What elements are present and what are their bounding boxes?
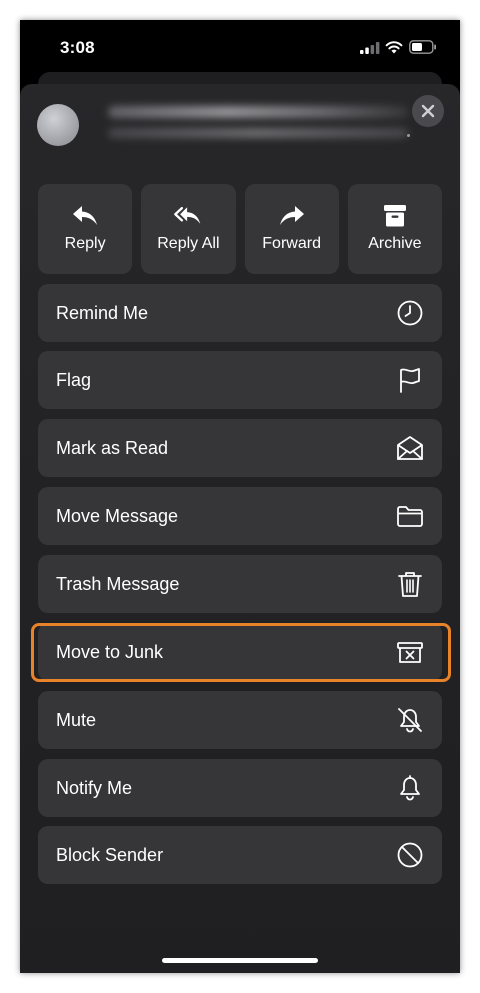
forward-label: Forward [262,235,321,252]
battery-icon [409,40,436,54]
close-icon [421,104,435,118]
envelope-open-icon [397,436,423,460]
reply-all-label: Reply All [157,235,220,252]
flag-button[interactable]: Flag [38,351,442,409]
redaction-dot [407,134,410,137]
subject-redacted [108,128,408,138]
mark-as-read-button[interactable]: Mark as Read [38,419,442,477]
forward-button[interactable]: Forward [244,184,339,274]
sender-avatar [37,104,79,146]
block-sender-button[interactable]: Block Sender [38,826,442,884]
mute-button[interactable]: Mute [38,691,442,749]
move-message-button[interactable]: Move Message [38,487,442,545]
reply-icon [73,206,98,225]
mark-as-read-label: Mark as Read [56,438,169,458]
quick-actions: Reply Reply All Forward Archive [38,184,442,274]
wifi-icon [385,41,403,54]
trash-message-button[interactable]: Trash Message [38,555,442,613]
bell-slash-icon [398,708,422,733]
folder-icon [397,506,423,527]
action-sheet: Reply Reply All Forward Archive Remind M… [20,84,460,973]
flag-label: Flag [56,370,92,390]
remind-me-button[interactable]: Remind Me [38,284,442,342]
phone-screen: 3:08 Reply Reply All Forward Archive Rem… [20,20,460,973]
notify-me-button[interactable]: Notify Me [38,759,442,817]
reply-label: Reply [64,235,106,252]
flag-icon [400,368,420,393]
clock-icon [397,300,423,326]
trash-message-label: Trash Message [56,574,180,594]
move-to-junk-label: Move to Junk [56,642,164,662]
sender-name-redacted [108,106,408,118]
trash-icon [398,572,422,597]
archive-button[interactable]: Archive [347,184,442,274]
cellular-signal-icon [360,42,380,54]
block-icon [397,842,423,868]
move-message-label: Move Message [56,506,179,526]
reply-button[interactable]: Reply [38,184,133,274]
home-indicator[interactable] [162,958,318,963]
close-button[interactable] [412,95,444,127]
junk-icon [397,642,423,663]
mute-label: Mute [56,710,97,730]
reply-all-icon [174,206,201,224]
remind-me-label: Remind Me [56,303,149,323]
status-time: 3:08 [60,38,95,57]
move-to-junk-button[interactable]: Move to Junk [38,623,442,681]
bell-icon [400,775,420,801]
archive-label: Archive [368,235,422,252]
reply-all-button[interactable]: Reply All [141,184,236,274]
block-sender-label: Block Sender [56,845,164,865]
archive-icon [383,205,406,227]
forward-icon [279,206,304,225]
notify-me-label: Notify Me [56,778,133,798]
